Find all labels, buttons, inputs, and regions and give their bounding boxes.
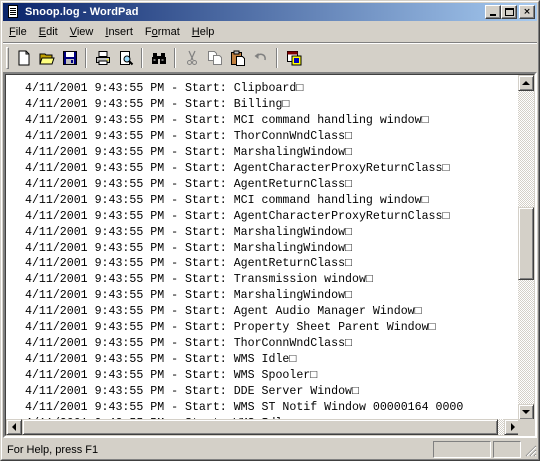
document-editor[interactable]: 4/11/2001 9:43:55 PM - Start: Clipboard□… [5, 74, 535, 436]
maximize-button[interactable] [501, 5, 517, 19]
document-frame: 4/11/2001 9:43:55 PM - Start: Clipboard□… [3, 72, 537, 438]
log-line[interactable]: 4/11/2001 9:43:55 PM - Start: AgentRetur… [25, 256, 520, 272]
toolbar-separator [276, 48, 278, 68]
scissors-icon [186, 50, 197, 65]
horizontal-scroll-thumb[interactable] [22, 419, 498, 435]
scroll-down-button[interactable] [518, 404, 534, 420]
window-title: Snoop.log - WordPad [25, 6, 139, 18]
log-line[interactable]: 4/11/2001 9:43:55 PM - Start: Billing□ [25, 97, 520, 113]
date-time-icon [286, 51, 301, 66]
menu-separator [3, 42, 537, 44]
maximize-icon [505, 8, 514, 16]
paste-button[interactable] [226, 47, 249, 69]
find-button[interactable] [147, 47, 170, 69]
cut-button[interactable] [180, 47, 203, 69]
print-preview-icon [119, 51, 133, 66]
minimize-icon [490, 14, 496, 16]
vertical-scroll-thumb[interactable] [518, 207, 534, 280]
log-line[interactable]: 4/11/2001 9:43:55 PM - Start: ThorConnWn… [25, 129, 520, 145]
arrow-down-icon [522, 410, 530, 414]
status-text: For Help, press F1 [7, 443, 99, 456]
menu-help[interactable]: Help [186, 23, 221, 41]
new-button[interactable] [12, 47, 35, 69]
copy-icon [207, 51, 222, 65]
log-line[interactable]: 4/11/2001 9:43:55 PM - Start: Transmissi… [25, 272, 520, 288]
menu-view[interactable]: View [64, 23, 100, 41]
vertical-scrollbar[interactable] [518, 75, 534, 420]
log-line[interactable]: 4/11/2001 9:43:55 PM - Start: AgentChara… [25, 161, 520, 177]
log-line[interactable]: 4/11/2001 9:43:55 PM - Start: WMS Spoole… [25, 368, 520, 384]
log-line[interactable]: 4/11/2001 9:43:55 PM - Start: Marshaling… [25, 145, 520, 161]
log-line[interactable]: 4/11/2001 9:43:55 PM - Start: MCI comman… [25, 193, 520, 209]
open-folder-icon [38, 53, 55, 65]
log-line[interactable]: 4/11/2001 9:43:55 PM - Start: DDE Server… [25, 384, 520, 400]
save-disk-icon [62, 51, 77, 65]
status-panel-2 [493, 441, 521, 458]
menu-insert[interactable]: Insert [99, 23, 139, 41]
log-line[interactable]: 4/11/2001 9:43:55 PM - Start: WMS ST Not… [25, 400, 520, 416]
print-button[interactable] [91, 47, 114, 69]
log-line[interactable]: 4/11/2001 9:43:55 PM - Start: AgentRetur… [25, 177, 520, 193]
paste-clipboard-icon [230, 50, 245, 66]
log-line[interactable]: 4/11/2001 9:43:55 PM - Start: Agent Audi… [25, 304, 520, 320]
open-button[interactable] [35, 47, 58, 69]
close-icon: × [523, 7, 531, 17]
print-preview-button[interactable] [114, 47, 137, 69]
log-line[interactable]: 4/11/2001 9:43:55 PM - Start: Marshaling… [25, 241, 520, 257]
close-button[interactable]: × [519, 5, 535, 19]
undo-icon [254, 53, 266, 61]
toolbar-grip[interactable] [6, 47, 9, 69]
scroll-left-button[interactable] [6, 419, 22, 435]
log-line[interactable]: 4/11/2001 9:43:55 PM - Start: Property S… [25, 320, 520, 336]
menu-file[interactable]: File [3, 23, 33, 41]
size-grip-icon [525, 445, 537, 457]
size-grip[interactable] [523, 441, 537, 458]
save-button[interactable] [58, 47, 81, 69]
toolbar-separator [85, 48, 87, 68]
log-line[interactable]: 4/11/2001 9:43:55 PM - Start: WMS Idle□ [25, 352, 520, 368]
arrow-left-icon [12, 423, 16, 431]
copy-button[interactable] [203, 47, 226, 69]
standard-toolbar [5, 45, 305, 71]
log-line[interactable]: 4/11/2001 9:43:55 PM - Start: AgentChara… [25, 209, 520, 225]
minimize-button[interactable] [485, 5, 501, 19]
status-panel-1 [433, 441, 491, 458]
window-controls: × [485, 5, 535, 19]
new-document-icon [18, 50, 29, 66]
scrollbar-corner [518, 419, 534, 435]
log-line[interactable]: 4/11/2001 9:43:55 PM - Start: Marshaling… [25, 225, 520, 241]
status-bar: For Help, press F1 [3, 440, 537, 459]
document-text[interactable]: 4/11/2001 9:43:55 PM - Start: Clipboard□… [6, 75, 520, 420]
menu-format[interactable]: Format [139, 23, 186, 41]
horizontal-scrollbar[interactable] [6, 419, 520, 435]
wordpad-window: Snoop.log - WordPad × File Edit View Insert… [0, 0, 540, 461]
log-line[interactable]: 4/11/2001 9:43:55 PM - Start: ThorConnWn… [25, 336, 520, 352]
arrow-right-icon [511, 423, 515, 431]
binoculars-icon [151, 53, 166, 64]
log-line[interactable]: 4/11/2001 9:43:55 PM - Start: Marshaling… [25, 288, 520, 304]
printer-icon [95, 51, 110, 65]
wordpad-document-icon[interactable] [5, 4, 21, 20]
title-bar[interactable]: Snoop.log - WordPad × [3, 3, 537, 21]
toolbar-separator [141, 48, 143, 68]
scroll-up-button[interactable] [518, 75, 534, 91]
log-line[interactable]: 4/11/2001 9:43:55 PM - Start: Clipboard□ [25, 81, 520, 97]
menu-edit[interactable]: Edit [33, 23, 64, 41]
undo-button[interactable] [249, 47, 272, 69]
date-time-button[interactable] [282, 47, 305, 69]
menu-bar: File Edit View Insert Format Help [3, 23, 537, 41]
arrow-up-icon [522, 81, 530, 85]
log-line[interactable]: 4/11/2001 9:43:55 PM - Start: MCI comman… [25, 113, 520, 129]
toolbar-separator [174, 48, 176, 68]
